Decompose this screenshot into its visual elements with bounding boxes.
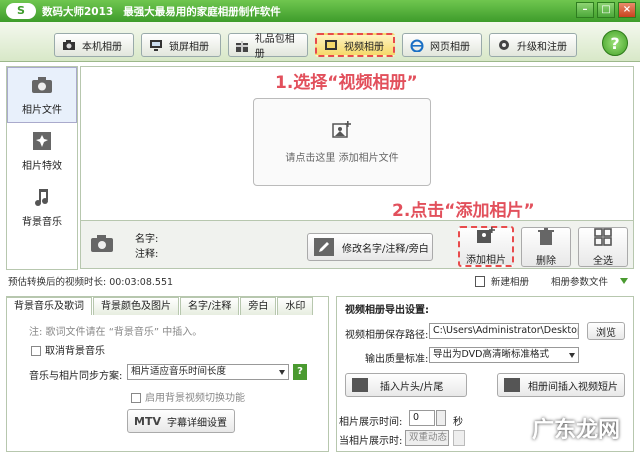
checkbox-icon[interactable]: [31, 346, 41, 356]
film-icon: [352, 378, 368, 392]
maximize-button[interactable]: □: [597, 2, 615, 18]
monitor-icon: [148, 38, 164, 52]
rename-button[interactable]: 修改名字/注释/旁白: [307, 233, 433, 261]
annotation-step2: 2.点击“添加相片”: [392, 201, 535, 221]
quality-select[interactable]: 导出为DVD高清晰标准格式: [429, 347, 579, 363]
tab-background-color[interactable]: 背景颜色及图片: [93, 297, 179, 315]
camera-icon: [61, 38, 77, 52]
film-icon: [323, 38, 339, 52]
edit-icon: [504, 378, 520, 392]
watermark-text: 广东龙网: [531, 418, 620, 443]
display-time-label: 相片展示时间:: [339, 417, 403, 428]
chevron-down-icon[interactable]: [620, 278, 628, 284]
export-header: 视频相册导出设置:: [345, 305, 429, 316]
title-bar: S 数码大师2013 最强大最易用的家庭相册制作软件 – □ ×: [0, 0, 640, 22]
add-photo-hint: 请点击这里 添加相片文件: [285, 152, 399, 164]
music-note-icon: [30, 187, 54, 207]
tab-upgrade-register[interactable]: 升级和注册: [489, 33, 577, 57]
tab-local-album[interactable]: 本机相册: [54, 33, 134, 57]
spinner-icon[interactable]: [436, 410, 446, 426]
grid-icon: [594, 227, 612, 249]
display-time-input[interactable]: 0: [409, 410, 435, 426]
chevron-down-icon[interactable]: [453, 430, 465, 446]
new-album-icon: [475, 276, 485, 287]
sidebar-item-photo-effects[interactable]: 相片特效: [7, 123, 77, 179]
note-label: 注释:: [135, 249, 159, 260]
sync-label: 音乐与相片同步方案:: [29, 371, 123, 382]
help-button[interactable]: ?: [602, 30, 628, 56]
quality-label: 输出质量标准:: [365, 354, 429, 365]
enable-switch-checkbox[interactable]: 启用背景视频切换功能: [131, 389, 245, 404]
sidebar-item-photo-files[interactable]: 相片文件: [7, 67, 77, 123]
gift-icon: [235, 38, 250, 52]
photo-info-bar: 名字: 注释: 修改名字/注释/旁白 添加相片 删除 全选: [80, 221, 634, 269]
lyrics-note: 注: 歌词文件请在 “背景音乐” 中插入。: [29, 327, 203, 338]
app-slogan: 最强大最易用的家庭相册制作软件: [123, 5, 281, 18]
sidebar-item-background-music[interactable]: 背景音乐: [7, 179, 77, 235]
album-props-link[interactable]: 相册参数文件: [551, 274, 608, 288]
chevron-down-icon: [569, 353, 575, 358]
tab-name-note[interactable]: 名字/注释: [180, 297, 240, 315]
main-toolbar: 本机相册 锁屏相册 礼品包相册 视频相册 网页相册 升级和注册: [0, 22, 640, 62]
tab-video-album[interactable]: 视频相册: [315, 33, 395, 57]
music-settings-panel: 注: 歌词文件请在 “背景音乐” 中插入。 取消背景音乐 音乐与相片同步方案: …: [6, 296, 329, 452]
add-image-icon: [332, 120, 352, 139]
add-photo-button[interactable]: 添加相片: [458, 226, 514, 267]
cancel-music-checkbox[interactable]: 取消背景音乐: [31, 342, 105, 357]
chevron-down-icon: [279, 370, 285, 375]
help-icon[interactable]: ?: [293, 364, 307, 380]
add-image-icon: [476, 227, 496, 248]
edit-icon: [314, 238, 334, 256]
sidebar: 相片文件 相片特效 背景音乐: [6, 66, 78, 270]
gear-icon: [496, 38, 512, 52]
current-display-label: 当相片展示时:: [339, 436, 403, 447]
select-all-button[interactable]: 全选: [578, 227, 628, 267]
minimize-button[interactable]: –: [576, 2, 594, 18]
add-photo-area[interactable]: 请点击这里 添加相片文件: [253, 98, 431, 186]
tab-lockscreen-album[interactable]: 锁屏相册: [141, 33, 221, 57]
video-duration-text: 预估转换后的视频时长: 00:03:08.551: [8, 277, 174, 288]
trash-icon: [537, 227, 555, 249]
save-path-input[interactable]: C:\Users\Administrator\Desktop: [429, 323, 579, 339]
sync-select[interactable]: 相片适应音乐时间长度: [127, 364, 289, 380]
camera-icon: [90, 233, 114, 255]
browse-button[interactable]: 浏览: [587, 322, 625, 340]
new-album-link[interactable]: 新建相册: [491, 274, 529, 288]
tab-gift-album[interactable]: 礼品包相册: [228, 33, 308, 60]
close-button[interactable]: ×: [618, 2, 636, 18]
tab-watermark[interactable]: 水印: [277, 297, 314, 315]
insert-clip-button[interactable]: 相册间插入视频短片: [497, 373, 625, 397]
camera-icon: [30, 75, 54, 95]
seconds-unit: 秒: [453, 417, 463, 428]
save-path-label: 视频相册保存路径:: [345, 330, 429, 341]
app-logo: S: [6, 3, 36, 19]
checkbox-icon[interactable]: [131, 393, 141, 403]
settings-tabs: 背景音乐及歌词 背景颜色及图片 名字/注释 旁白 水印: [6, 297, 314, 315]
status-bar: 预估转换后的视频时长: 00:03:08.551 新建相册 相册参数文件: [6, 273, 634, 289]
tab-web-album[interactable]: 网页相册: [402, 33, 482, 57]
delete-button[interactable]: 删除: [521, 227, 571, 267]
annotation-step1: 1.选择“视频相册”: [275, 73, 418, 93]
effects-icon: [30, 131, 54, 151]
mtv-badge: MTV: [134, 414, 161, 428]
ie-icon: [409, 38, 425, 52]
name-label: 名字:: [135, 234, 159, 245]
lyrics-settings-button[interactable]: MTV 字幕详细设置: [127, 409, 235, 433]
tab-music-lyrics[interactable]: 背景音乐及歌词: [6, 297, 92, 315]
app-title: 数码大师2013: [42, 5, 114, 18]
current-display-select[interactable]: 双重动态: [405, 430, 449, 446]
insert-head-tail-button[interactable]: 插入片头/片尾: [345, 373, 467, 397]
tab-narration[interactable]: 旁白: [240, 297, 277, 315]
